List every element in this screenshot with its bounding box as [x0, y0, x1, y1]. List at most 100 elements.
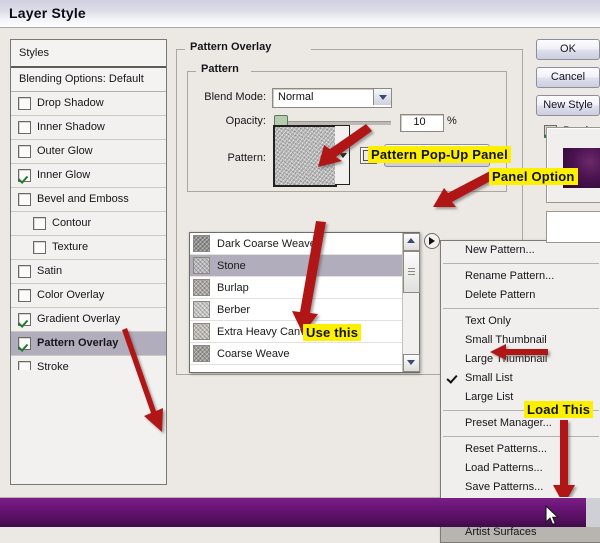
pattern-overlay-group-label: Pattern Overlay	[185, 41, 276, 53]
style-row-label: Inner Shadow	[37, 116, 105, 139]
scrollbar-thumb[interactable]	[403, 251, 420, 293]
style-row-label: Gradient Overlay	[37, 308, 120, 331]
chevron-up-icon[interactable]	[403, 233, 420, 251]
checkbox-icon[interactable]	[33, 241, 46, 254]
style-row-satin[interactable]: Satin	[11, 260, 166, 284]
checkbox-icon[interactable]	[18, 145, 31, 158]
style-row-contour[interactable]: Contour	[11, 212, 166, 236]
pattern-thumbnail-icon	[193, 257, 210, 274]
styles-header[interactable]: Styles	[11, 40, 166, 68]
pattern-label: Pattern:	[192, 152, 266, 164]
ok-button[interactable]: OK	[536, 39, 600, 60]
style-row-gradient-overlay[interactable]: Gradient Overlay	[11, 308, 166, 332]
window-title: Layer Style	[9, 5, 86, 21]
style-row-texture[interactable]: Texture	[11, 236, 166, 260]
pattern-swatch[interactable]	[273, 125, 337, 187]
menu-item-label: Rename Pattern...	[465, 270, 554, 282]
pattern-list[interactable]: Dark Coarse Weave Stone Burlap Berber Extra …	[190, 233, 403, 372]
blending-options-row[interactable]: Blending Options: Default	[11, 68, 166, 92]
checkbox-icon[interactable]	[33, 217, 46, 230]
pattern-list-item[interactable]: Dark Coarse Weave	[190, 233, 403, 255]
blend-mode-select[interactable]: Normal	[272, 88, 392, 108]
checkbox-icon[interactable]	[18, 289, 31, 302]
dialog-buttons: OK Cancel New Style Preview	[536, 39, 600, 139]
menu-item-small-list[interactable]: Small List	[441, 369, 600, 388]
menu-item-rename-pattern[interactable]: Rename Pattern...	[441, 267, 600, 286]
pattern-thumbnail-image	[275, 127, 335, 185]
pattern-list-item-label: Stone	[217, 260, 246, 272]
menu-item-delete-pattern[interactable]: Delete Pattern	[441, 286, 600, 305]
menu-item-large-thumbnail[interactable]: Large Thumbnail	[441, 350, 600, 369]
menu-item-label: Load Patterns...	[465, 462, 543, 474]
layer-style-dialog: Layer Style Styles Blending Options: Def…	[0, 0, 600, 498]
menu-item-text-only[interactable]: Text Only	[441, 312, 600, 331]
pattern-thumbnail-icon	[193, 301, 210, 318]
pattern-list-item[interactable]: Extra Heavy Canvas	[190, 321, 403, 343]
checkbox-icon[interactable]	[18, 265, 31, 278]
pattern-thumbnail-icon	[193, 235, 210, 252]
desktop-background-band	[0, 498, 600, 527]
note-load-this: Load This	[524, 401, 593, 418]
styles-list: Drop ShadowInner ShadowOuter GlowInner G…	[11, 92, 166, 380]
style-row-label: Outer Glow	[37, 140, 93, 163]
checkbox-icon[interactable]	[18, 97, 31, 110]
pattern-group-border-right	[251, 71, 506, 72]
pattern-list-item-label: Coarse Weave	[217, 348, 290, 360]
menu-item-save-patterns[interactable]: Save Patterns...	[441, 478, 600, 497]
style-row-drop-shadow[interactable]: Drop Shadow	[11, 92, 166, 116]
new-style-button[interactable]: New Style	[536, 95, 600, 116]
opacity-value: 10	[401, 116, 438, 128]
pattern-list-item-label: Berber	[217, 304, 250, 316]
chevron-down-icon[interactable]	[403, 354, 420, 372]
style-row-bevel-and-emboss[interactable]: Bevel and Emboss	[11, 188, 166, 212]
menu-separator	[443, 436, 599, 437]
menu-item-label: New Pattern...	[465, 244, 535, 256]
pattern-dropdown-button[interactable]	[335, 125, 350, 185]
pattern-list-scrollbar[interactable]	[402, 233, 419, 372]
pattern-list-item[interactable]: Berber	[190, 299, 403, 321]
checkbox-icon[interactable]	[18, 193, 31, 206]
pattern-group: Pattern Blend Mode: Normal Opacity: 10 %	[187, 71, 507, 192]
menu-item-label: Large Thumbnail	[465, 353, 547, 365]
chevron-down-icon[interactable]	[373, 89, 391, 105]
menu-item-label: Reset Patterns...	[465, 443, 547, 455]
style-row-label: Satin	[37, 260, 62, 283]
cancel-button[interactable]: Cancel	[536, 67, 600, 88]
menu-item-reset-patterns[interactable]: Reset Patterns...	[441, 440, 600, 459]
menu-item-label: Preset Manager...	[465, 417, 552, 429]
pattern-thumbnail-icon	[193, 345, 210, 362]
menu-item-small-thumbnail[interactable]: Small Thumbnail	[441, 331, 600, 350]
menu-item-new-pattern[interactable]: New Pattern...	[441, 241, 600, 260]
styles-panel: Styles Blending Options: Default Drop Sh…	[10, 39, 167, 485]
note-pattern-popup: Pattern Pop-Up Panel	[368, 146, 511, 163]
pattern-list-item[interactable]: Coarse Weave	[190, 343, 403, 365]
opacity-input[interactable]: 10	[400, 114, 444, 132]
pattern-thumbnail-icon	[193, 323, 210, 340]
checkbox-icon[interactable]	[18, 121, 31, 134]
note-use-this: Use this	[303, 324, 361, 341]
checkbox-icon[interactable]	[18, 337, 31, 350]
style-row-pattern-overlay[interactable]: Pattern Overlay	[11, 332, 166, 356]
pattern-list-item[interactable]: Burlap	[190, 277, 403, 299]
blend-mode-value: Normal	[278, 91, 313, 103]
title-bar: Layer Style	[0, 0, 600, 28]
menu-item-label: Save Patterns...	[465, 481, 543, 493]
dialog-body: Styles Blending Options: Default Drop Sh…	[0, 28, 600, 497]
menu-item-load-patterns[interactable]: Load Patterns...	[441, 459, 600, 478]
menu-item-label: Text Only	[465, 315, 511, 327]
menu-item-label: Small Thumbnail	[465, 334, 547, 346]
pattern-thumbnail-icon	[193, 279, 210, 296]
style-row-inner-glow[interactable]: Inner Glow	[11, 164, 166, 188]
style-row-outer-glow[interactable]: Outer Glow	[11, 140, 166, 164]
pattern-list-item[interactable]: Stone	[190, 255, 403, 277]
note-panel-option: Panel Option	[489, 168, 578, 185]
checkbox-icon[interactable]	[18, 169, 31, 182]
style-row-inner-shadow[interactable]: Inner Shadow	[11, 116, 166, 140]
pattern-popup-panel[interactable]: Dark Coarse Weave Stone Burlap Berber Extra …	[189, 232, 420, 373]
preview-panel	[546, 127, 600, 203]
checkbox-icon[interactable]	[18, 313, 31, 326]
style-row-label: Bevel and Emboss	[37, 188, 129, 211]
style-row-label: Texture	[52, 236, 88, 259]
style-row-color-overlay[interactable]: Color Overlay	[11, 284, 166, 308]
panel-options-button[interactable]	[424, 233, 440, 249]
